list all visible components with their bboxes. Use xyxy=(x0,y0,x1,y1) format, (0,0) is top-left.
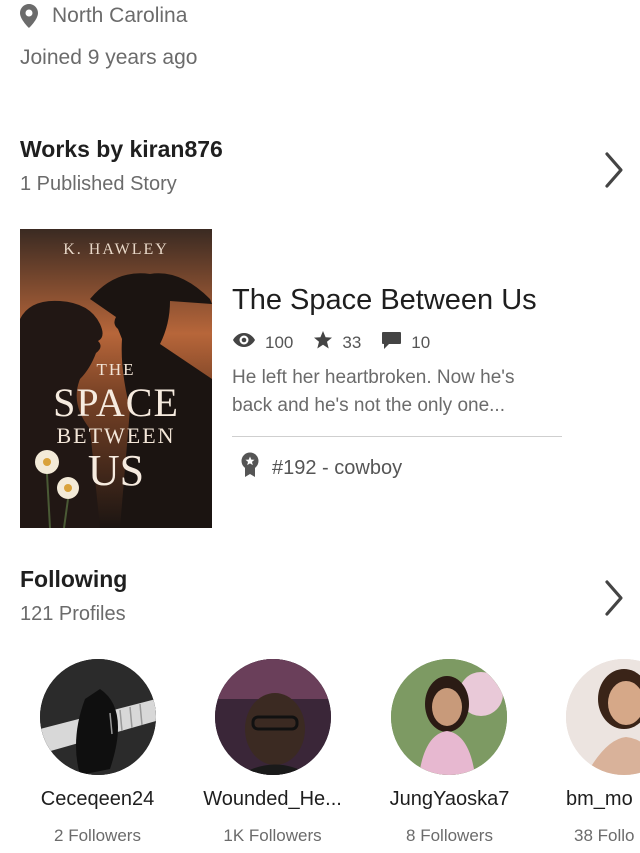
profile-card[interactable]: Ceceqeen24 2 Followers xyxy=(20,650,175,853)
cover-title-line4: US xyxy=(87,446,145,495)
story-description-line1: He left her heartbroken. Now he's xyxy=(232,367,515,388)
following-header[interactable]: Following 121 Profiles xyxy=(20,566,640,636)
reads-stat: 100 xyxy=(232,332,293,353)
cover-title-line1: THE xyxy=(96,360,136,379)
profile-name: Ceceqeen24 xyxy=(40,788,155,810)
profile-followers: 1K Followers xyxy=(223,826,322,845)
story-cover[interactable]: K. HAWLEY THE SPACE BETWEEN US xyxy=(20,229,212,528)
joined-date: Joined 9 years ago xyxy=(20,46,198,69)
award-badge-icon xyxy=(240,452,260,484)
profile-name: bm_mo xyxy=(566,788,633,810)
eye-icon xyxy=(232,332,256,353)
profile-followers: 38 Follo xyxy=(574,826,635,845)
chevron-right-icon[interactable] xyxy=(600,150,628,195)
star-icon xyxy=(313,330,333,355)
votes-count: 33 xyxy=(342,332,362,352)
location-row: North Carolina xyxy=(20,4,187,28)
profile-name: Wounded_He... xyxy=(203,788,342,810)
story-description-line2: back and he's not the only one... xyxy=(232,395,505,416)
avatar xyxy=(566,659,640,775)
profile-card[interactable]: JungYaoska7 8 Followers xyxy=(372,650,527,853)
avatar xyxy=(391,659,507,775)
location-pin-icon xyxy=(20,4,38,28)
works-header[interactable]: Works by kiran876 1 Published Story xyxy=(20,136,640,206)
profile-card[interactable]: Wounded_He... 1K Followers xyxy=(195,650,350,853)
avatar xyxy=(40,659,156,775)
profile-followers: 8 Followers xyxy=(406,826,493,845)
profile-followers: 2 Followers xyxy=(54,826,141,845)
ranking-tag[interactable]: #192 - cowboy xyxy=(240,452,402,484)
divider xyxy=(232,436,562,437)
following-subtitle: 121 Profiles xyxy=(20,603,126,625)
location-text: North Carolina xyxy=(52,4,188,27)
works-subtitle: 1 Published Story xyxy=(20,173,177,195)
votes-stat: 33 xyxy=(313,330,361,355)
cover-title-line2: SPACE xyxy=(53,380,179,425)
chevron-right-icon[interactable] xyxy=(600,578,628,623)
cover-author: K. HAWLEY xyxy=(63,241,169,258)
comments-count: 10 xyxy=(411,332,431,352)
comment-icon xyxy=(381,331,402,355)
story-description: He left her heartbroken. Now he's back a… xyxy=(232,364,562,420)
profile-card[interactable]: bm_mo 38 Follo xyxy=(548,650,640,853)
ranking-text: #192 - cowboy xyxy=(272,456,403,479)
works-title: Works by kiran876 xyxy=(20,136,223,162)
story-stats: 100 33 10 xyxy=(232,330,450,355)
comments-stat: 10 xyxy=(381,331,430,355)
reads-count: 100 xyxy=(265,332,294,352)
story-title[interactable]: The Space Between Us xyxy=(232,284,537,317)
profile-name: JungYaoska7 xyxy=(389,788,510,810)
following-list: Ceceqeen24 2 Followers Wounded_He... 1K … xyxy=(0,650,640,853)
avatar xyxy=(215,659,331,775)
following-title: Following xyxy=(20,566,128,592)
